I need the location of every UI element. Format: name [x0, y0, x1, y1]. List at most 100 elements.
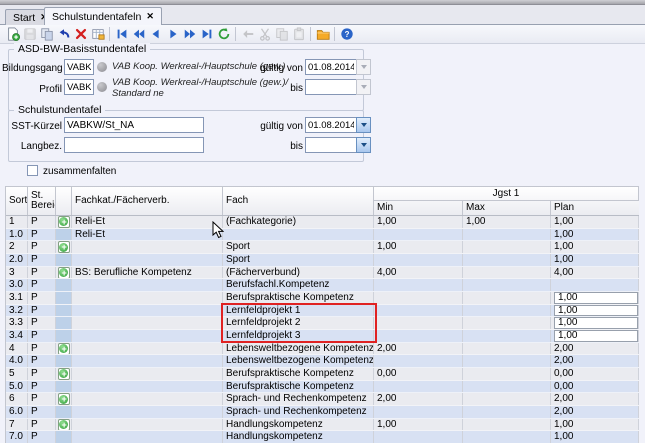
cell-fach: Handlungskompetenz — [223, 431, 374, 443]
svg-text:?: ? — [344, 30, 349, 39]
cell-bereich: P — [28, 267, 56, 279]
cell-min — [374, 355, 463, 367]
cell-plan: 1,00 — [551, 292, 639, 304]
table-row[interactable]: 6PSprach- und Rechenkompetenz2,002,00 — [6, 393, 639, 406]
cell-fach — [223, 229, 374, 241]
sst-gueltig-von-dropdown[interactable] — [356, 117, 371, 133]
nav-prev-icon[interactable] — [147, 26, 164, 43]
save-icon — [21, 26, 38, 43]
header-add-column — [56, 187, 72, 215]
tab-start-label: Start — [13, 12, 35, 24]
folder-icon[interactable] — [314, 26, 331, 43]
cell-add — [56, 229, 72, 241]
nav-last-icon[interactable] — [198, 26, 215, 43]
sst-kuerzel-field[interactable] — [64, 117, 204, 133]
langbez-field[interactable] — [64, 137, 204, 153]
cell-fachkat — [72, 431, 223, 443]
cell-fachkat — [72, 368, 223, 380]
cell-max — [463, 267, 551, 279]
basis-bis-field[interactable] — [305, 79, 357, 95]
profil-field[interactable] — [64, 79, 94, 95]
header-fachkat[interactable]: Fachkat./Fächerverb. — [72, 187, 223, 215]
cell-max — [463, 317, 551, 329]
table-row[interactable]: 4.0PLebensweltbezogene Kompetenz2,00 — [6, 355, 639, 368]
expand-row-button[interactable] — [58, 419, 70, 431]
table-row[interactable]: 6.0PSprach- und Rechenkompetenz2,00 — [6, 406, 639, 419]
header-fach[interactable]: Fach — [223, 187, 374, 215]
sst-bis-field[interactable] — [305, 137, 357, 153]
table-row[interactable]: 3PBS: Berufliche Kompetenz(Fächerverbund… — [6, 267, 639, 280]
cell-min — [374, 406, 463, 418]
cell-max — [463, 355, 551, 367]
table-row[interactable]: 4PLebensweltbezogene Kompetenz2,002,00 — [6, 343, 639, 356]
cell-plan: 1,00 — [551, 229, 639, 241]
table-row[interactable]: 3.2PLernfeldprojekt 11,00 — [6, 305, 639, 318]
cell-min — [374, 330, 463, 342]
table-row[interactable]: 1PReli-Et(Fachkategorie)1,001,001,00 — [6, 216, 639, 229]
header-st-bereich[interactable]: St. Bereich — [28, 187, 56, 215]
header-min[interactable]: Min — [374, 201, 463, 215]
nav-prev-page-icon[interactable] — [130, 26, 147, 43]
copy-record-icon[interactable] — [38, 26, 55, 43]
table-row[interactable]: 3.1PBerufspraktische Kompetenz1,00 — [6, 292, 639, 305]
bildungsgang-field[interactable] — [64, 59, 94, 75]
plan-edit-cell[interactable]: 1,00 — [554, 317, 638, 329]
cell-add — [56, 330, 72, 342]
table-row[interactable]: 3.0PBerufsfachl.Kompetenz — [6, 279, 639, 292]
table-row[interactable]: 2.0PSport1,00 — [6, 254, 639, 267]
help-icon[interactable]: ? — [338, 26, 355, 43]
toolbar-separator — [334, 27, 335, 41]
header-plan[interactable]: Plan — [551, 201, 639, 215]
cell-min: 0,00 — [374, 368, 463, 380]
cell-plan — [551, 279, 639, 291]
expand-row-button[interactable] — [58, 393, 70, 405]
cell-fach: Sprach- und Rechenkompetenz — [223, 393, 374, 405]
undo-icon[interactable] — [55, 26, 72, 43]
tab-schulstundentafeln[interactable]: Schulstundentafeln ✕ — [44, 7, 162, 25]
plan-edit-cell[interactable]: 1,00 — [554, 305, 638, 317]
plan-edit-cell[interactable]: 1,00 — [554, 330, 638, 342]
table-row[interactable]: 1.0PReli-Et1,00 — [6, 229, 639, 242]
table-row[interactable]: 5.0PBerufspraktische Kompetenz0,00 — [6, 381, 639, 394]
table-row[interactable]: 5PBerufspraktische Kompetenz0,000,00 — [6, 368, 639, 381]
nav-next-icon[interactable] — [164, 26, 181, 43]
basis-gueltig-von-field[interactable] — [305, 59, 357, 75]
sst-bis-dropdown[interactable] — [356, 137, 371, 153]
cell-plan: 1,00 — [551, 419, 639, 431]
table-row[interactable]: 3.3PLernfeldprojekt 21,00 — [6, 317, 639, 330]
cell-min — [374, 317, 463, 329]
refresh-icon[interactable] — [215, 26, 232, 43]
header-max[interactable]: Max — [463, 201, 551, 215]
cell-sort: 3.3 — [6, 317, 28, 329]
cell-fachkat — [72, 317, 223, 329]
table-row[interactable]: 2PSport1,001,00 — [6, 241, 639, 254]
cell-fachkat: BS: Berufliche Kompetenz — [72, 267, 223, 279]
cell-fach: (Fächerverbund) — [223, 267, 374, 279]
cell-bereich: P — [28, 431, 56, 443]
cell-fach: Lernfeldprojekt 2 — [223, 317, 374, 329]
plan-edit-cell[interactable]: 1,00 — [554, 292, 638, 304]
cell-fachkat — [72, 305, 223, 317]
data-table-icon[interactable] — [89, 26, 106, 43]
cell-max — [463, 431, 551, 443]
expand-row-button[interactable] — [58, 343, 70, 355]
cell-plan: 4,00 — [551, 267, 639, 279]
close-icon[interactable]: ✕ — [146, 12, 154, 21]
cell-fach: Berufspraktische Kompetenz — [223, 368, 374, 380]
expand-row-button[interactable] — [58, 241, 70, 253]
table-row[interactable]: 3.4PLernfeldprojekt 31,00 — [6, 330, 639, 343]
expand-row-button[interactable] — [58, 267, 70, 279]
zusammenfalten-checkbox[interactable] — [27, 165, 38, 176]
nav-first-icon[interactable] — [113, 26, 130, 43]
new-record-icon[interactable] — [4, 26, 21, 43]
table-row[interactable]: 7.0PHandlungskompetenz1,00 — [6, 431, 639, 443]
nav-next-page-icon[interactable] — [181, 26, 198, 43]
header-sort[interactable]: Sort. — [6, 187, 28, 215]
cell-min: 1,00 — [374, 241, 463, 253]
table-row[interactable]: 7PHandlungskompetenz1,001,00 — [6, 419, 639, 432]
sst-gueltig-von-field[interactable] — [305, 117, 357, 133]
expand-row-button[interactable] — [58, 216, 70, 228]
expand-row-button[interactable] — [58, 368, 70, 380]
cell-min — [374, 292, 463, 304]
delete-icon[interactable] — [72, 26, 89, 43]
